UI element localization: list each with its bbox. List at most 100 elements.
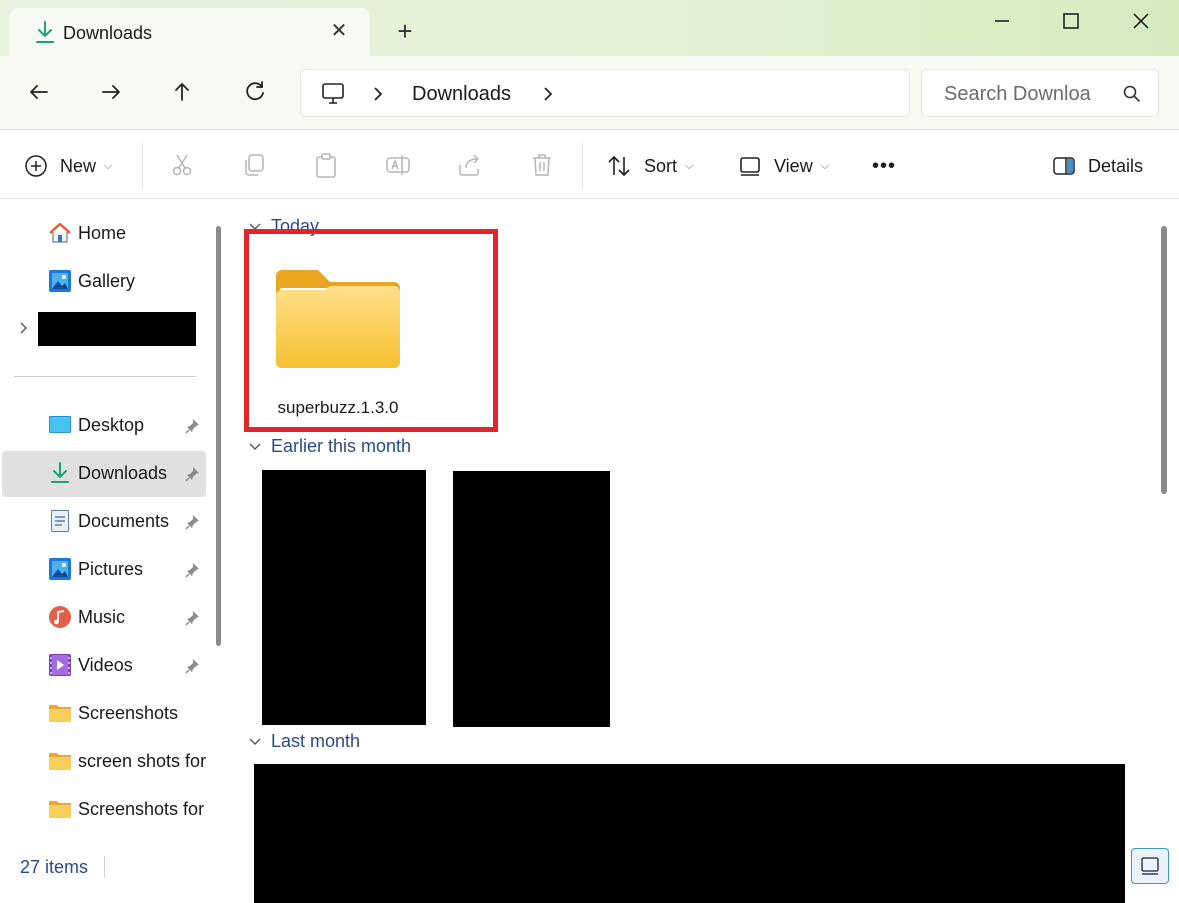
command-bar: New ⌵ Sort ⌵ View ⌵ ••• Details [0, 131, 1179, 199]
view-button[interactable]: View ⌵ [738, 151, 829, 181]
delete-icon[interactable] [528, 151, 556, 179]
new-tab-button[interactable]: + [392, 18, 418, 44]
details-pane-button[interactable]: Details [1052, 151, 1143, 181]
tab-title: Downloads [63, 23, 153, 43]
divider [582, 143, 583, 189]
new-label: New [60, 155, 97, 176]
pin-icon[interactable] [184, 465, 202, 483]
sidebar-item-desktop[interactable]: Desktop [0, 403, 206, 449]
details-view-toggle[interactable] [1131, 848, 1169, 884]
navigation-bar: Downloads Search Downloa [0, 56, 1179, 130]
group-label: Last month [271, 731, 361, 751]
sidebar-item-home[interactable]: Home [0, 211, 206, 257]
sidebar-item-documents[interactable]: Documents [0, 499, 206, 545]
view-mode-icon [1141, 857, 1159, 875]
back-icon[interactable] [25, 78, 53, 106]
paste-icon[interactable] [312, 151, 340, 179]
sidebar-item-screenshots[interactable]: Screenshots [0, 691, 206, 737]
videos-icon [49, 654, 71, 676]
chevron-down-icon: ⌵ [820, 159, 830, 172]
details-pane-icon [1053, 157, 1075, 175]
pin-icon[interactable] [184, 609, 202, 627]
pictures-icon [49, 558, 71, 580]
rename-icon[interactable] [384, 151, 412, 179]
folder-icon [49, 753, 71, 770]
chevron-right-icon[interactable] [371, 84, 385, 104]
group-label: Earlier this month [271, 436, 412, 456]
group-header-earlier-this-month[interactable]: Earlier this month [248, 436, 411, 457]
plus-circle-icon [25, 155, 47, 177]
search-icon[interactable] [1122, 84, 1142, 104]
sidebar-item-screen-shots-for[interactable]: screen shots for [0, 739, 206, 785]
refresh-icon[interactable] [241, 78, 269, 106]
new-button[interactable]: New ⌵ [24, 151, 112, 181]
chevron-down-icon: ⌵ [104, 159, 113, 172]
highlight-annotation [244, 229, 498, 432]
up-icon[interactable] [168, 78, 196, 106]
gallery-icon [49, 270, 71, 292]
download-icon [36, 21, 54, 43]
sidebar-item-label: Home [78, 223, 127, 243]
pin-icon[interactable] [184, 417, 202, 435]
sort-label: Sort [644, 155, 678, 176]
minimize-icon[interactable] [989, 8, 1015, 34]
folder-icon [49, 705, 71, 722]
chevron-down-icon [249, 738, 261, 745]
divider [104, 856, 105, 878]
more-options-button[interactable]: ••• [872, 151, 896, 181]
search-input[interactable]: Search Downloa [944, 83, 1091, 106]
tab-downloads[interactable]: Downloads ✕ [10, 8, 370, 56]
this-pc-icon[interactable] [320, 81, 346, 107]
navigation-pane: Home Gallery Desktop Downloads Documents… [0, 200, 232, 846]
sidebar-item-label: Downloads [78, 463, 168, 483]
sidebar-item-label: Gallery [78, 271, 136, 291]
sidebar-item-downloads[interactable]: Downloads [2, 451, 206, 497]
sidebar-item-label: Screenshots [78, 703, 179, 723]
close-tab-icon[interactable]: ✕ [328, 20, 350, 42]
address-bar[interactable]: Downloads [300, 69, 910, 117]
forward-icon[interactable] [97, 78, 125, 106]
sidebar-item-label: Music [78, 607, 126, 627]
chevron-down-icon [249, 443, 261, 450]
sidebar-item-gallery[interactable]: Gallery [0, 259, 206, 305]
sidebar-item-label: Videos [78, 655, 133, 675]
sidebar-item-pictures[interactable]: Pictures [0, 547, 206, 593]
desktop-icon [49, 416, 71, 433]
documents-icon [51, 510, 69, 532]
breadcrumb-downloads[interactable]: Downloads [412, 83, 511, 106]
redacted-item [38, 312, 196, 346]
cut-icon[interactable] [168, 151, 196, 179]
item-count: 27 items [20, 857, 89, 877]
sidebar-scrollbar[interactable] [216, 226, 221, 646]
sort-button[interactable]: Sort ⌵ [606, 151, 693, 181]
group-header-last-month[interactable]: Last month [248, 731, 360, 752]
chevron-right-icon[interactable] [541, 84, 555, 104]
share-icon[interactable] [456, 151, 484, 179]
sidebar-item-label: Documents [78, 511, 170, 531]
pin-icon[interactable] [184, 657, 202, 675]
details-label: Details [1088, 155, 1144, 176]
close-window-icon[interactable] [1128, 8, 1154, 34]
sort-icon [608, 156, 630, 176]
maximize-icon[interactable] [1058, 8, 1084, 34]
title-bar: Downloads ✕ + [0, 0, 1179, 56]
redacted-item [262, 470, 426, 725]
sidebar-item-label: Screenshots for [78, 799, 205, 819]
folder-icon [49, 801, 71, 818]
sidebar-item-label: Pictures [78, 559, 144, 579]
content-scrollbar[interactable] [1161, 226, 1167, 494]
view-label: View [774, 155, 813, 176]
pin-icon[interactable] [184, 513, 202, 531]
chevron-right-icon[interactable] [18, 320, 30, 336]
copy-icon[interactable] [240, 151, 268, 179]
view-icon [740, 157, 760, 176]
divider [14, 376, 196, 377]
download-icon [51, 462, 69, 483]
pin-icon[interactable] [184, 561, 202, 579]
chevron-down-icon: ⌵ [685, 159, 694, 172]
sidebar-item-label: screen shots for [78, 751, 207, 771]
sidebar-item-screenshots-for[interactable]: Screenshots for [0, 787, 206, 833]
sidebar-item-music[interactable]: Music [0, 595, 206, 641]
search-box[interactable]: Search Downloa [921, 69, 1159, 117]
sidebar-item-videos[interactable]: Videos [0, 643, 206, 689]
